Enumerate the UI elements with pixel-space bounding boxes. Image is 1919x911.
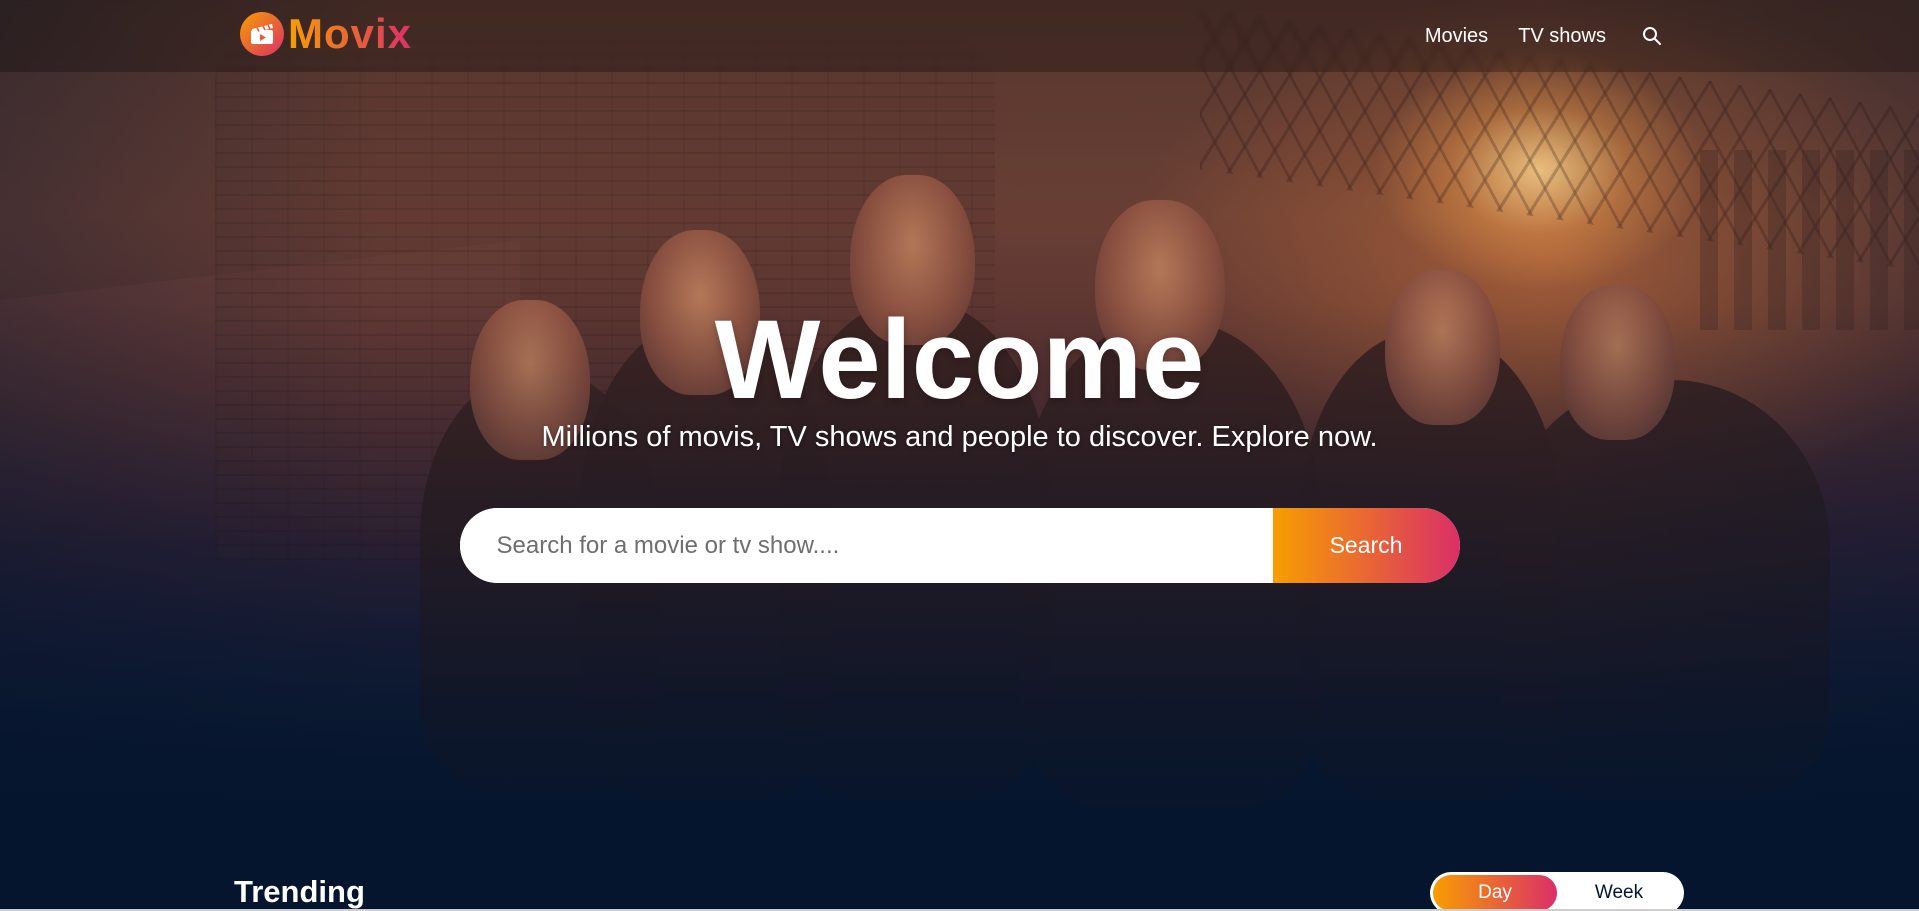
trending-title: Trending xyxy=(234,874,365,909)
main-nav: Movies TV shows xyxy=(1425,0,1664,72)
tab-week[interactable]: Week xyxy=(1557,875,1681,911)
site-header: Movix Movies TV shows xyxy=(0,0,1919,72)
hero-title: Welcome xyxy=(714,297,1205,422)
trending-switch-tabs: Day Week xyxy=(1430,872,1684,911)
nav-item-movies[interactable]: Movies xyxy=(1425,25,1488,48)
tab-day[interactable]: Day xyxy=(1433,875,1557,911)
nav-item-tv-shows[interactable]: TV shows xyxy=(1518,25,1606,48)
hero-subtitle: Millions of movis, TV shows and people t… xyxy=(541,421,1378,453)
hero-search-bar: Search xyxy=(459,508,1460,583)
clapperboard-play-icon xyxy=(240,12,284,56)
search-button[interactable]: Search xyxy=(1272,508,1460,583)
logo[interactable]: Movix xyxy=(240,12,412,56)
hero-section: Welcome Millions of movis, TV shows and … xyxy=(0,300,1919,583)
page: Movix Movies TV shows Welcome Millions o… xyxy=(0,0,1919,911)
logo-text: Movix xyxy=(288,10,413,57)
search-input[interactable] xyxy=(459,508,1273,583)
search-icon[interactable] xyxy=(1640,24,1664,48)
